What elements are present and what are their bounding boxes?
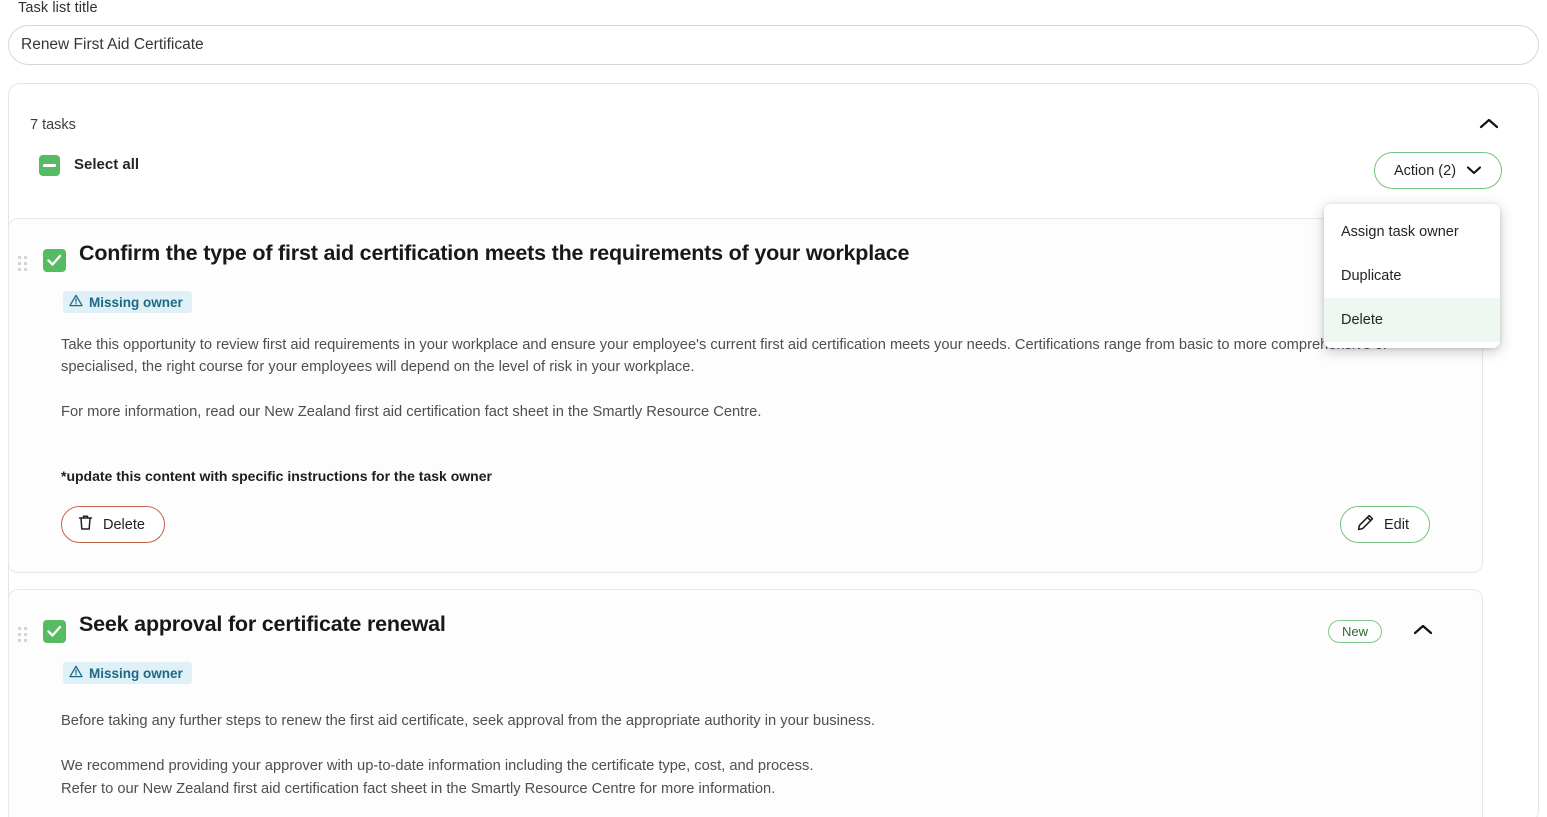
task-list-title-input[interactable] [9,26,1538,64]
task-checkbox[interactable] [43,620,66,643]
trash-icon [78,514,93,535]
chevron-up-icon[interactable] [1412,623,1434,637]
select-all-checkbox[interactable] [39,155,60,176]
menu-item-duplicate[interactable]: Duplicate [1324,254,1500,298]
task-list-panel: 7 tasks Select all Action (2) Assign tas… [8,83,1539,817]
task-checkbox[interactable] [43,249,66,272]
task-count-label: 7 tasks [30,117,76,133]
panel-header: 7 tasks [9,84,1538,144]
missing-owner-badge: Missing owner [63,662,192,684]
task-paragraph: Take this opportunity to review first ai… [61,337,1388,375]
delete-task-label: Delete [103,516,145,533]
task-title: Seek approval for certificate renewal [79,612,446,636]
select-all-label: Select all [74,156,140,173]
menu-item-delete[interactable]: Delete [1324,298,1500,342]
menu-item-assign-task-owner[interactable]: Assign task owner [1324,210,1500,254]
task-paragraph: For more information, read our New Zeala… [61,404,762,420]
delete-task-button[interactable]: Delete [61,506,165,543]
pencil-icon [1357,514,1374,535]
task-card: Seek approval for certificate renewal Ne… [8,589,1483,817]
task-note: *update this content with specific instr… [61,468,492,484]
select-all-row: Select all Action (2) [9,144,1538,202]
task-list-title-label: Task list title [18,0,98,16]
warning-triangle-icon [69,294,83,310]
action-button-label: Action (2) [1393,162,1457,179]
action-dropdown-button[interactable]: Action (2) [1374,152,1502,189]
drag-handle-icon[interactable] [18,627,28,643]
task-paragraph: Before taking any further steps to renew… [61,713,875,729]
task-paragraph: We recommend providing your approver wit… [61,758,814,774]
missing-owner-label: Missing owner [89,665,183,681]
task-paragraph: Refer to our New Zealand first aid certi… [61,781,776,797]
task-title: Confirm the type of first aid certificat… [79,241,910,265]
warning-triangle-icon [69,665,83,681]
action-dropdown-menu: Assign task owner Duplicate Delete [1324,204,1500,348]
chevron-up-icon[interactable] [1478,117,1500,131]
task-list-editor-page: Task list title 7 tasks Select all Actio… [0,0,1547,817]
status-badge: New [1327,620,1382,643]
edit-task-label: Edit [1384,516,1409,533]
missing-owner-badge: Missing owner [63,291,192,313]
missing-owner-label: Missing owner [89,294,183,310]
chevron-down-icon [1466,162,1482,180]
drag-handle-icon[interactable] [18,256,28,272]
edit-task-button[interactable]: Edit [1340,506,1430,543]
task-card: Confirm the type of first aid certificat… [8,218,1483,573]
task-list-title-field[interactable] [8,25,1539,65]
